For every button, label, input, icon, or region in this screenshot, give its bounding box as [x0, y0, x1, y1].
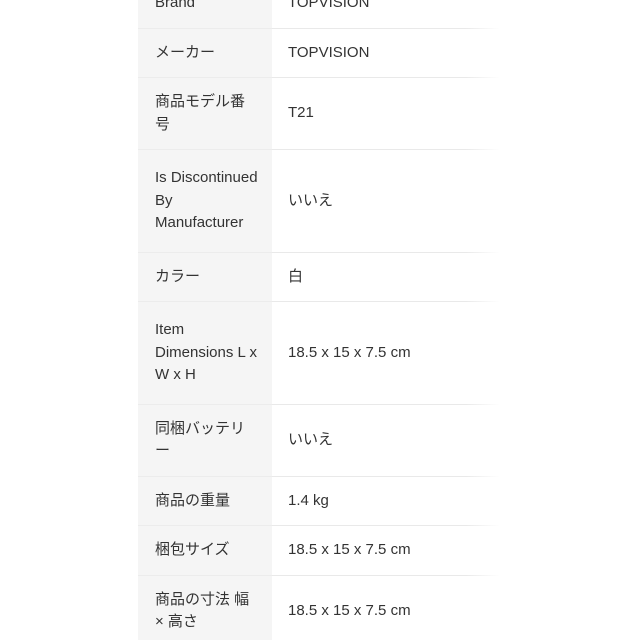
table-row: 梱包サイズ 18.5 x 15 x 7.5 cm [138, 525, 500, 576]
spec-value-cell: いいえ [272, 149, 500, 252]
spec-label-cell: 商品の寸法 幅 × 高さ [138, 575, 272, 640]
table-row: カラー 白 [138, 252, 500, 302]
spec-label-cell: 商品モデル番号 [138, 77, 272, 150]
spec-label-cell: カラー [138, 252, 272, 302]
spec-label-cell: Item Dimensions L x W x H [138, 301, 272, 405]
spec-value-cell: TOPVISION [272, 28, 500, 78]
table-row: Brand TOPVISION [138, 0, 500, 29]
table-row: 商品の重量 1.4 kg [138, 476, 500, 526]
table-row: Item Dimensions L x W x H 18.5 x 15 x 7.… [138, 301, 500, 405]
spec-label-cell: 梱包サイズ [138, 525, 272, 576]
spec-label-cell: Is Discontinued By Manufacturer [138, 149, 272, 253]
table-row: メーカー TOPVISION [138, 28, 500, 78]
spec-table-viewport: Brand TOPVISION メーカー TOPVISION 商品モデル番号 T… [138, 0, 500, 640]
table-row: 商品モデル番号 T21 [138, 77, 500, 150]
spec-value-cell: T21 [272, 77, 500, 150]
spec-label-cell: 同梱バッテリー [138, 404, 272, 477]
table-row: 同梱バッテリー いいえ [138, 404, 500, 477]
spec-value-cell: いいえ [272, 404, 500, 476]
spec-table-body: Brand TOPVISION メーカー TOPVISION 商品モデル番号 T… [138, 0, 500, 640]
product-specification-table: Brand TOPVISION メーカー TOPVISION 商品モデル番号 T… [138, 0, 500, 640]
spec-value-cell: 18.5 x 15 x 7.5 cm [272, 575, 500, 640]
spec-label-cell: 商品の重量 [138, 476, 272, 526]
spec-value-cell: 1.4 kg [272, 476, 500, 526]
spec-value-cell: 白 [272, 252, 500, 302]
spec-label-cell: Brand [138, 0, 272, 29]
table-row: Is Discontinued By Manufacturer いいえ [138, 149, 500, 253]
spec-label-cell: メーカー [138, 28, 272, 78]
product-spec-page: Brand TOPVISION メーカー TOPVISION 商品モデル番号 T… [0, 0, 640, 640]
spec-value-cell: 18.5 x 15 x 7.5 cm [272, 301, 500, 404]
table-row: 商品の寸法 幅 × 高さ 18.5 x 15 x 7.5 cm [138, 575, 500, 640]
spec-value-cell: TOPVISION [272, 0, 500, 29]
spec-value-cell: 18.5 x 15 x 7.5 cm [272, 525, 500, 575]
